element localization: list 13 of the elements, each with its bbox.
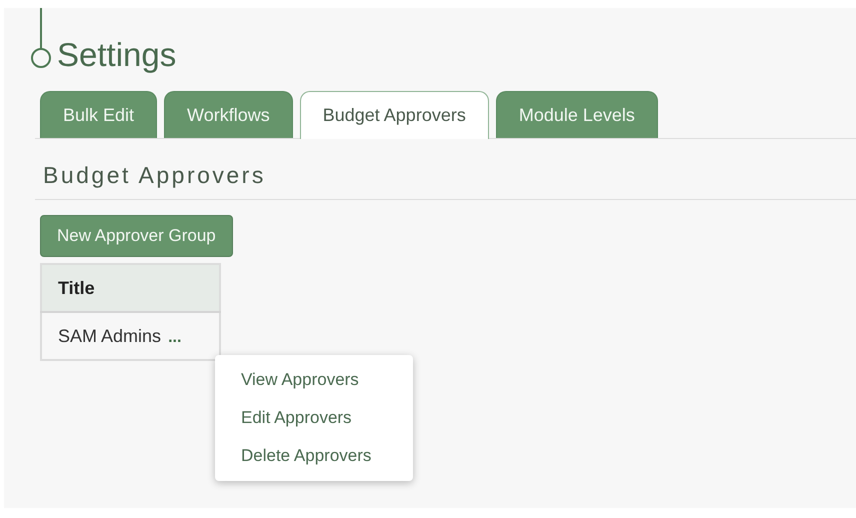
menu-item[interactable]: Edit Approvers [215, 399, 413, 437]
new-approver-group-button[interactable]: New Approver Group [40, 215, 233, 257]
menu-item[interactable]: View Approvers [215, 361, 413, 399]
more-actions-button[interactable]: ... [166, 328, 184, 346]
page-title: Settings [57, 36, 176, 74]
menu-item[interactable]: Delete Approvers [215, 437, 413, 475]
tab[interactable]: Bulk Edit [40, 91, 158, 138]
tab[interactable]: Module Levels [496, 91, 658, 138]
section-heading: Budget Approvers [35, 139, 856, 200]
tab[interactable]: Budget Approvers [300, 91, 489, 139]
column-header: Title [41, 264, 220, 312]
tab[interactable]: Workflows [164, 91, 293, 138]
group-title: SAM Admins [58, 326, 162, 346]
